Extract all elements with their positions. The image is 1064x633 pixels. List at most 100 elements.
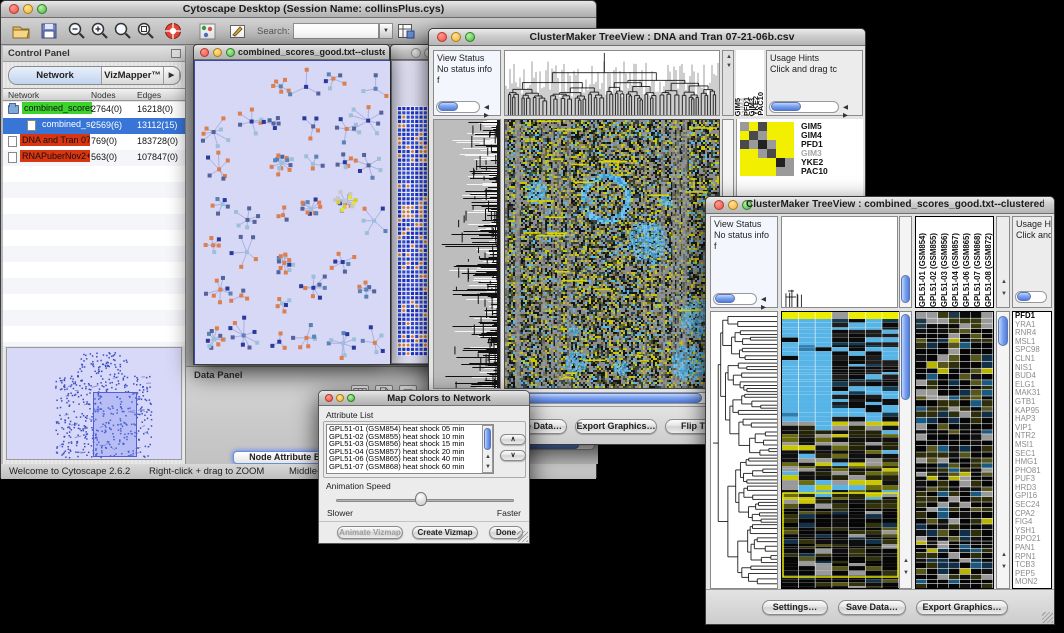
zoom-heatmap-panel[interactable] <box>915 311 994 589</box>
matrix-cell[interactable] <box>740 122 749 131</box>
open-file-icon[interactable] <box>11 21 31 41</box>
attribute-list-item[interactable]: GPL51-07 (GSM868) heat shock 60 min <box>327 463 493 471</box>
scrollbar-thumb[interactable] <box>715 294 735 303</box>
scroll-down-icon[interactable]: ▼ <box>1001 291 1007 297</box>
resize-grip[interactable] <box>1042 612 1053 623</box>
treeview-dna-title-bar[interactable]: ClusterMaker TreeView : DNA and Tran 07-… <box>429 29 865 46</box>
move-up-button[interactable]: ∧ <box>500 434 526 445</box>
settings-button[interactable]: Settings… <box>762 600 828 615</box>
matrix-cell[interactable] <box>749 167 758 176</box>
matrix-cell[interactable] <box>740 158 749 167</box>
matrix-cell[interactable] <box>749 131 758 140</box>
view-status-hscrollbar[interactable]: ◀ ▶ <box>713 293 775 305</box>
create-vizmap-button[interactable]: Create Vizmap <box>412 526 478 539</box>
scroll-up-icon[interactable]: ▲ <box>726 54 732 60</box>
slider-thumb[interactable] <box>415 492 427 506</box>
search-dropdown-icon[interactable]: ▼ <box>379 23 393 39</box>
usage-hints-hscrollbar[interactable]: ◀ ▶ <box>769 101 859 113</box>
matrix-cell[interactable] <box>758 149 767 158</box>
scrollbar-thumb[interactable] <box>901 314 910 400</box>
table-row[interactable]: RNAPuberNov2+| 563(0) 107847(0) <box>3 150 185 166</box>
matrix-cell[interactable] <box>749 149 758 158</box>
matrix-cell[interactable] <box>767 131 776 140</box>
matrix-cell[interactable] <box>758 167 767 176</box>
top-vscrollbar[interactable] <box>899 216 912 308</box>
matrix-cell[interactable] <box>785 167 794 176</box>
zoom-out-icon[interactable] <box>67 21 87 41</box>
scroll-up-icon[interactable]: ▲ <box>485 454 491 460</box>
heatmap-column-label[interactable]: GPL51-07 (GSM868) <box>972 233 983 307</box>
help-lifering-icon[interactable] <box>163 21 183 41</box>
matrix-cell[interactable] <box>776 122 785 131</box>
matrix-cell[interactable] <box>785 140 794 149</box>
matrix-cell[interactable] <box>785 122 794 131</box>
scroll-down-icon[interactable]: ▼ <box>903 570 909 576</box>
heatmap-column-label[interactable]: GPL51-02 (GSM855) <box>928 233 939 307</box>
export-graphics-button[interactable]: Export Graphics… <box>575 419 657 434</box>
row-dendrogram-panel[interactable] <box>710 311 778 589</box>
row-dendrogram-panel[interactable] <box>433 119 501 389</box>
table-row[interactable]: combined_scores_ 2764(0) 16218(0) <box>3 102 185 118</box>
tab-overflow-arrow[interactable]: ▶ <box>164 67 180 84</box>
scroll-left-right-icons[interactable]: ◀ ▶ <box>761 295 775 311</box>
gene-list-vscrollbar[interactable]: ▲ ▼ <box>996 311 1010 589</box>
animate-vizmap-button[interactable]: Animate Vizmap <box>337 526 403 539</box>
column-scroll-strip[interactable]: ▲ ▼ <box>996 216 1010 308</box>
matrix-cell[interactable] <box>785 131 794 140</box>
zoom-window-icon[interactable] <box>226 48 235 57</box>
selection-matrix[interactable] <box>740 122 794 176</box>
column-dendrogram-canvas[interactable] <box>782 217 897 307</box>
move-down-button[interactable]: ∨ <box>500 450 526 461</box>
zoom-selected-icon[interactable] <box>136 21 156 41</box>
matrix-cell[interactable] <box>758 140 767 149</box>
row-dendrogram-canvas[interactable] <box>434 120 500 388</box>
scrollbar-thumb[interactable] <box>438 102 458 111</box>
scrollbar-thumb[interactable] <box>901 275 910 303</box>
zoom-in-icon[interactable] <box>90 21 110 41</box>
matrix-cell[interactable] <box>740 140 749 149</box>
heatmap-column-label[interactable]: GPL51-08 (GSM872) <box>983 233 994 307</box>
scroll-left-right-icons[interactable]: ◀ ▶ <box>484 103 498 119</box>
dialog-title-bar[interactable]: Map Colors to Network <box>319 391 529 406</box>
scrollbar-thumb[interactable] <box>1017 292 1031 301</box>
matrix-cell[interactable] <box>740 131 749 140</box>
matrix-cell[interactable] <box>740 149 749 158</box>
zoom-window-icon[interactable] <box>347 394 355 402</box>
matrix-cell[interactable] <box>749 158 758 167</box>
resize-grip[interactable] <box>517 531 528 542</box>
matrix-cell[interactable] <box>776 131 785 140</box>
matrix-cell[interactable] <box>776 167 785 176</box>
main-title-bar[interactable]: Cytoscape Desktop (Session Name: collins… <box>1 1 596 18</box>
heatmap-vscrollbar[interactable]: ▲ ▼ <box>899 311 912 589</box>
matrix-cell[interactable] <box>758 158 767 167</box>
scroll-down-icon[interactable]: ▼ <box>726 63 732 69</box>
matrix-cell[interactable] <box>758 122 767 131</box>
attribute-list[interactable]: GPL51-01 (GSM854) heat shock 05 minGPL51… <box>326 424 494 474</box>
heatmap-canvas[interactable] <box>782 312 899 588</box>
network-window-title-bar[interactable]: combined_scores_good.txt--cluste... <box>194 45 389 60</box>
scroll-down-icon[interactable]: ▼ <box>1001 564 1007 570</box>
matrix-cell[interactable] <box>767 158 776 167</box>
minimize-icon[interactable] <box>728 200 738 210</box>
scroll-up-icon[interactable]: ▲ <box>903 558 909 564</box>
matrix-cell[interactable] <box>767 149 776 158</box>
tab-vizmapper[interactable]: VizMapper™ <box>102 67 164 84</box>
gene-list-item[interactable]: MON2 <box>1013 578 1051 587</box>
close-icon[interactable] <box>411 48 421 58</box>
matrix-cell[interactable] <box>749 140 758 149</box>
float-panel-icon[interactable] <box>171 49 181 58</box>
vizmap-nodes-icon[interactable] <box>199 23 216 40</box>
save-icon[interactable] <box>39 21 59 41</box>
birdseye-overview[interactable] <box>6 347 182 460</box>
scroll-up-icon[interactable]: ▲ <box>1001 279 1007 285</box>
matrix-cell[interactable] <box>758 131 767 140</box>
attribute-list-vscrollbar[interactable]: ▲ ▼ <box>482 425 493 473</box>
close-icon[interactable] <box>714 200 724 210</box>
heatmap-panel[interactable] <box>781 311 900 589</box>
matrix-cell[interactable] <box>785 158 794 167</box>
zoom-heatmap-canvas[interactable] <box>916 312 993 588</box>
column-dendrogram-panel[interactable] <box>781 216 898 308</box>
minimize-icon[interactable] <box>23 4 33 14</box>
heatmap-column-label[interactable]: GPL51-03 (GSM856) <box>939 233 950 307</box>
heatmap-column-label[interactable]: GPL51-04 (GSM857) <box>950 233 961 307</box>
